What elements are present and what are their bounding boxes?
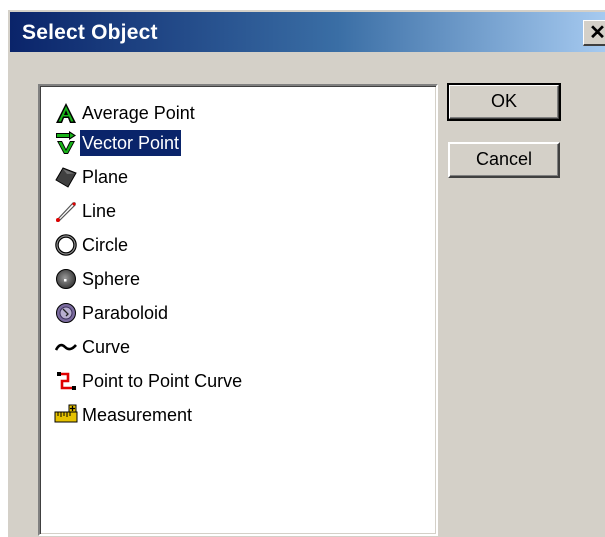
list-item-plane[interactable]: Plane [54,162,130,192]
list-item-curve[interactable]: Curve [54,332,132,362]
vector-point-icon [54,131,78,155]
list-item-label: Measurement [82,405,193,425]
list-item-label: Average Point [82,103,195,123]
sphere-icon [54,267,78,291]
paraboloid-icon [54,301,78,325]
close-icon: ✕ [589,22,605,44]
average-point-icon [54,101,78,125]
list-item-label: Curve [82,337,131,357]
ok-button[interactable]: OK [447,83,561,121]
dialog-title: Select Object [22,21,158,44]
list-item-label: Point to Point Curve [82,371,243,391]
curve-icon [54,335,78,359]
list-item-average-point[interactable]: Average Point [54,98,197,128]
select-object-dialog: Select Object ✕ Average Point Vector Poi… [6,8,605,537]
list-item-line[interactable]: Line [54,196,118,226]
list-item-label: Sphere [82,269,141,289]
list-item-label: Vector Point [80,130,182,156]
close-button[interactable]: ✕ [583,20,605,46]
cancel-button[interactable]: Cancel [448,142,560,178]
plane-icon [54,165,78,189]
list-item-label: Circle [82,235,129,255]
list-item-measurement[interactable]: Measurement [54,400,194,430]
measurement-icon [54,403,78,427]
list-item-label: Paraboloid [82,303,169,323]
list-item-paraboloid[interactable]: Paraboloid [54,298,170,328]
circle-icon [54,233,78,257]
list-item-vector-point[interactable]: Vector Point [54,128,182,158]
list-item-label: Plane [82,167,129,187]
title-bar[interactable]: Select Object ✕ [10,12,605,52]
list-item-point-to-point-curve[interactable]: Point to Point Curve [54,366,244,396]
object-list[interactable]: Average Point Vector Point Plane Line Ci… [38,84,438,536]
line-icon [54,199,78,223]
list-item-sphere[interactable]: Sphere [54,264,142,294]
point-to-point-curve-icon [54,369,78,393]
list-item-label: Line [82,201,117,221]
list-item-circle[interactable]: Circle [54,230,130,260]
